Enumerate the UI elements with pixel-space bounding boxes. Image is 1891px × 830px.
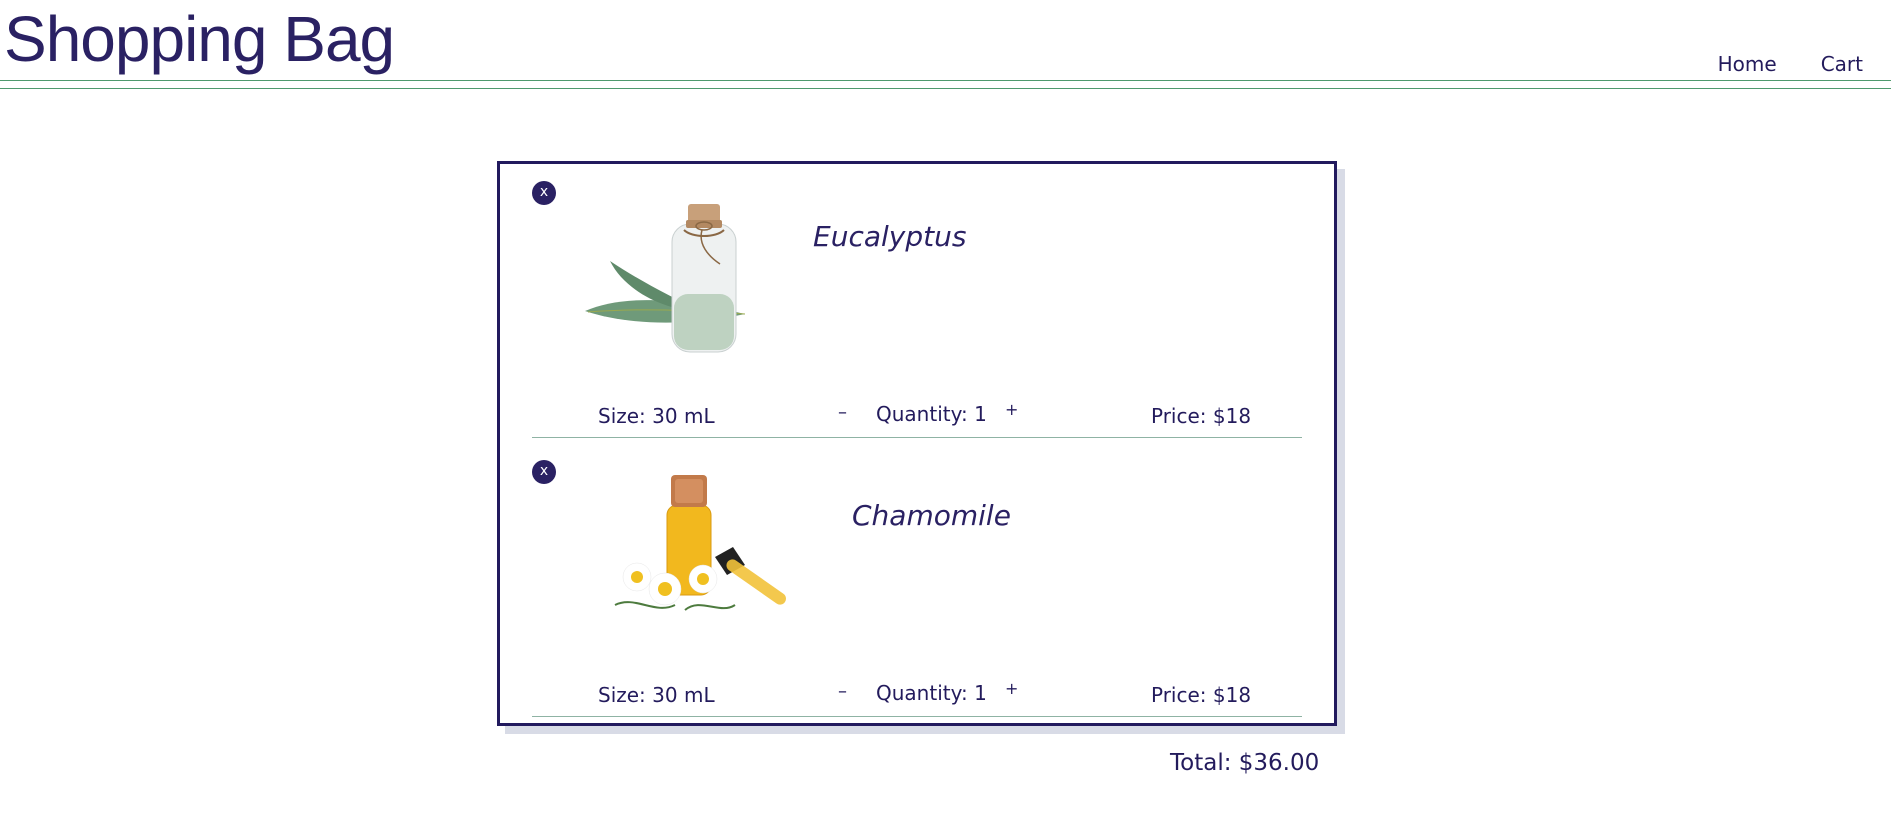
bag-item: x Chamomile Size: 30 mL – Quantity: 1 + … bbox=[500, 443, 1334, 722]
item-name: Chamomile bbox=[852, 499, 1011, 532]
top-nav: Home Cart bbox=[1718, 52, 1863, 76]
remove-item-button[interactable]: x bbox=[532, 181, 556, 205]
header-divider-bottom bbox=[0, 88, 1891, 89]
decrease-quantity-button[interactable]: – bbox=[838, 681, 847, 702]
increase-quantity-button[interactable]: + bbox=[1005, 400, 1018, 419]
remove-item-button[interactable]: x bbox=[532, 460, 556, 484]
bag-panel: x Eucalyptus Size: 30 mL – Quantity: 1 +… bbox=[497, 161, 1337, 726]
bag-total: Total: $36.00 bbox=[1170, 750, 1320, 776]
item-price: Price: $18 bbox=[1151, 404, 1252, 428]
item-divider bbox=[532, 437, 1302, 438]
nav-cart-link[interactable]: Cart bbox=[1821, 52, 1863, 76]
nav-home-link[interactable]: Home bbox=[1718, 52, 1777, 76]
item-size: Size: 30 mL bbox=[598, 404, 715, 428]
item-quantity: Quantity: 1 bbox=[876, 402, 987, 426]
chamomile-oil-bottle-icon bbox=[614, 475, 786, 611]
eucalyptus-oil-bottle-icon bbox=[585, 204, 746, 353]
item-size: Size: 30 mL bbox=[598, 683, 715, 707]
increase-quantity-button[interactable]: + bbox=[1005, 679, 1018, 698]
item-divider bbox=[532, 716, 1302, 717]
bag-item: x Eucalyptus Size: 30 mL – Quantity: 1 +… bbox=[500, 164, 1334, 443]
item-name: Eucalyptus bbox=[813, 220, 967, 253]
page-header: Shopping Bag Home Cart bbox=[0, 0, 1891, 92]
item-price: Price: $18 bbox=[1151, 683, 1252, 707]
decrease-quantity-button[interactable]: – bbox=[838, 402, 847, 423]
page-title: Shopping Bag bbox=[4, 3, 395, 75]
header-divider-top bbox=[0, 80, 1891, 81]
item-quantity: Quantity: 1 bbox=[876, 681, 987, 705]
